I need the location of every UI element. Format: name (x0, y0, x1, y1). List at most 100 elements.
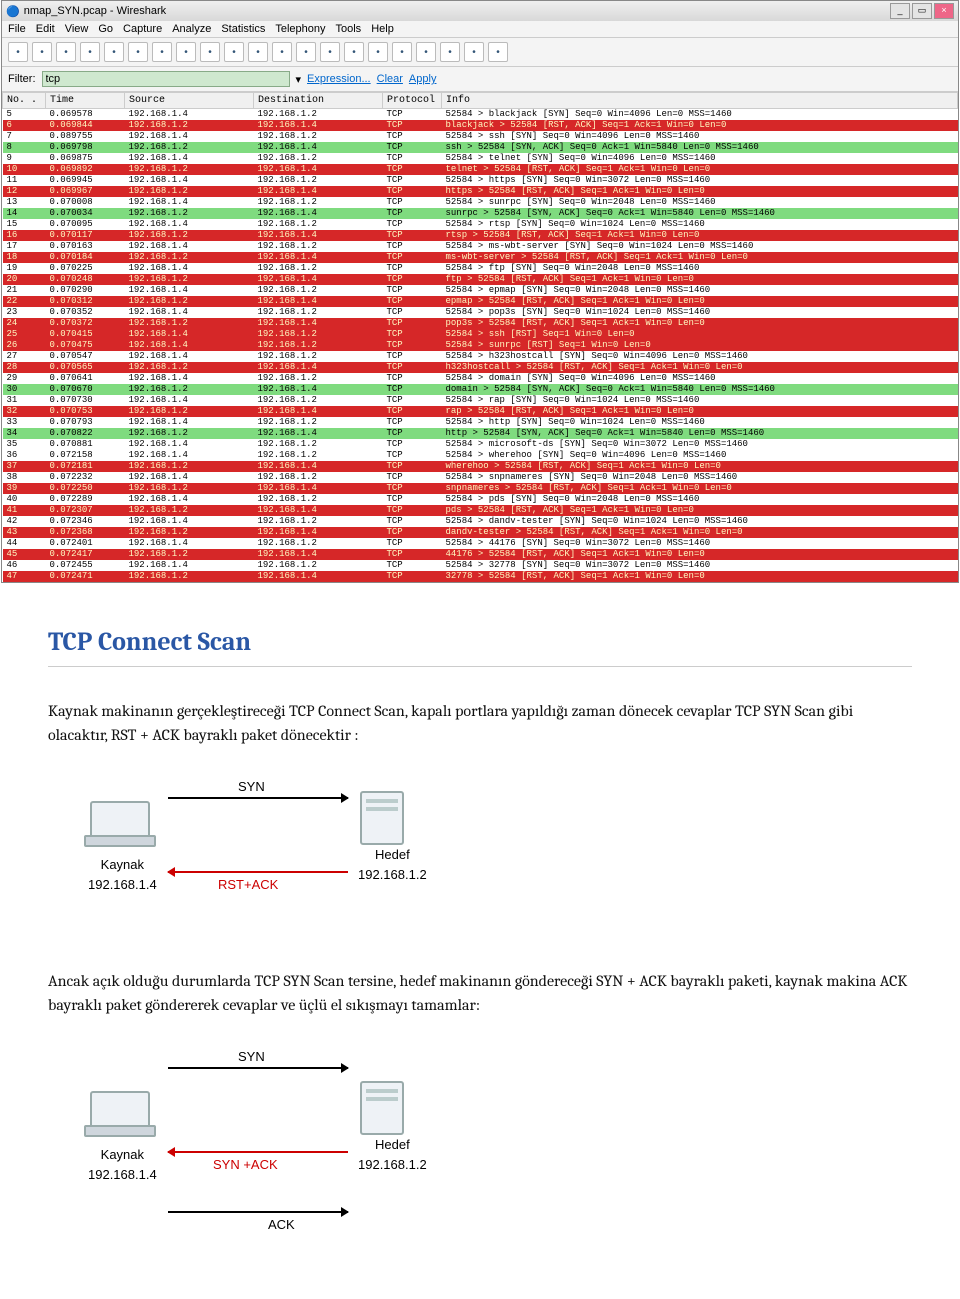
menu-tools[interactable]: Tools (336, 23, 362, 35)
packet-row[interactable]: 80.069798192.168.1.2192.168.1.4TCPssh > … (3, 142, 958, 153)
packet-row[interactable]: 230.070352192.168.1.4192.168.1.2TCP52584… (3, 307, 958, 318)
forward-icon[interactable]: • (200, 42, 220, 62)
packet-row[interactable]: 130.070008192.168.1.4192.168.1.2TCP52584… (3, 197, 958, 208)
filter-icon[interactable]: • (416, 42, 436, 62)
packet-row[interactable]: 110.069945192.168.1.4192.168.1.2TCP52584… (3, 175, 958, 186)
menu-edit[interactable]: Edit (36, 23, 55, 35)
packet-row[interactable]: 390.072250192.168.1.2192.168.1.4TCPsnpna… (3, 483, 958, 494)
wrap-icon[interactable]: • (272, 42, 292, 62)
packet-row[interactable]: 90.069875192.168.1.4192.168.1.2TCP52584 … (3, 153, 958, 164)
cell-time: 0.072250 (46, 483, 125, 494)
packet-row[interactable]: 300.070670192.168.1.2192.168.1.4TCPdomai… (3, 384, 958, 395)
print-icon[interactable]: • (128, 42, 148, 62)
packet-row[interactable]: 420.072346192.168.1.4192.168.1.2TCP52584… (3, 516, 958, 527)
menu-go[interactable]: Go (98, 23, 113, 35)
packet-row[interactable]: 210.070290192.168.1.4192.168.1.2TCP52584… (3, 285, 958, 296)
packet-row[interactable]: 180.070184192.168.1.2192.168.1.4TCPms-wb… (3, 252, 958, 263)
filter-input[interactable] (42, 71, 290, 87)
packet-row[interactable]: 320.070753192.168.1.2192.168.1.4TCPrap >… (3, 406, 958, 417)
packet-row[interactable]: 470.072471192.168.1.2192.168.1.4TCP32778… (3, 571, 958, 582)
packet-row[interactable]: 70.089755192.168.1.4192.168.1.2TCP52584 … (3, 131, 958, 142)
columns-icon[interactable]: • (392, 42, 412, 62)
packet-row[interactable]: 450.072417192.168.1.2192.168.1.4TCP44176… (3, 549, 958, 560)
cell-info: 52584 > sunrpc [SYN] Seq=0 Win=2048 Len=… (442, 197, 958, 208)
packet-row[interactable]: 310.070730192.168.1.4192.168.1.2TCP52584… (3, 395, 958, 406)
packet-row[interactable]: 360.072158192.168.1.4192.168.1.2TCP52584… (3, 450, 958, 461)
help-icon[interactable]: • (488, 42, 508, 62)
packet-row[interactable]: 150.070095192.168.1.4192.168.1.2TCP52584… (3, 219, 958, 230)
zoom-out-icon[interactable]: • (344, 42, 364, 62)
column-header[interactable]: Time (46, 93, 125, 109)
packet-list[interactable]: No. .TimeSourceDestinationProtocolInfo 5… (2, 92, 958, 582)
zoom-in-icon[interactable]: • (320, 42, 340, 62)
packet-row[interactable]: 220.070312192.168.1.2192.168.1.4TCPepmap… (3, 296, 958, 307)
column-header[interactable]: Protocol (383, 93, 442, 109)
arrow-synack (168, 1151, 348, 1153)
packet-row[interactable]: 160.070117192.168.1.2192.168.1.4TCPrtsp … (3, 230, 958, 241)
cell-time: 0.070547 (46, 351, 125, 362)
cell-no: 36 (3, 450, 46, 461)
zoom-fit-icon[interactable]: • (296, 42, 316, 62)
menu-file[interactable]: File (8, 23, 26, 35)
column-header[interactable]: Destination (254, 93, 383, 109)
packet-row[interactable]: 100.069892192.168.1.2192.168.1.4TCPtelne… (3, 164, 958, 175)
menu-view[interactable]: View (65, 23, 89, 35)
packet-row[interactable]: 170.070163192.168.1.4192.168.1.2TCP52584… (3, 241, 958, 252)
close-button[interactable]: × (934, 3, 954, 19)
packet-row[interactable]: 240.070372192.168.1.2192.168.1.4TCPpop3s… (3, 318, 958, 329)
packet-row[interactable]: 60.069844192.168.1.2192.168.1.4TCPblackj… (3, 120, 958, 131)
menu-help[interactable]: Help (371, 23, 394, 35)
packet-row[interactable]: 330.070793192.168.1.4192.168.1.2TCP52584… (3, 417, 958, 428)
packet-row[interactable]: 270.070547192.168.1.4192.168.1.2TCP52584… (3, 351, 958, 362)
packet-row[interactable]: 260.070475192.168.1.4192.168.1.2TCP52584… (3, 340, 958, 351)
packet-row[interactable]: 50.069578192.168.1.4192.168.1.2TCP52584 … (3, 109, 958, 121)
filter-dropdown-icon[interactable]: ▾ (296, 73, 302, 86)
packet-row[interactable]: 380.072232192.168.1.4192.168.1.2TCP52584… (3, 472, 958, 483)
find-icon[interactable]: • (152, 42, 172, 62)
stop-icon[interactable]: • (248, 42, 268, 62)
column-header[interactable]: Info (442, 93, 958, 109)
menu-telephony[interactable]: Telephony (275, 23, 325, 35)
cell-dst: 192.168.1.4 (254, 362, 383, 373)
cell-src: 192.168.1.4 (125, 241, 254, 252)
settings-icon[interactable]: • (464, 42, 484, 62)
expression-link[interactable]: Expression... (307, 73, 371, 85)
packet-row[interactable]: 290.070641192.168.1.4192.168.1.2TCP52584… (3, 373, 958, 384)
packet-row[interactable]: 350.070881192.168.1.4192.168.1.2TCP52584… (3, 439, 958, 450)
menu-statistics[interactable]: Statistics (221, 23, 265, 35)
zoom-reset-icon[interactable]: • (368, 42, 388, 62)
back-icon[interactable]: • (176, 42, 196, 62)
goto-icon[interactable]: • (224, 42, 244, 62)
packet-row[interactable]: 280.070565192.168.1.2192.168.1.4TCPh323h… (3, 362, 958, 373)
cell-no: 34 (3, 428, 46, 439)
column-header[interactable]: No. . (3, 93, 46, 109)
menu-capture[interactable]: Capture (123, 23, 162, 35)
cell-src: 192.168.1.4 (125, 307, 254, 318)
folder-icon[interactable]: • (32, 42, 52, 62)
packet-row[interactable]: 410.072307192.168.1.2192.168.1.4TCPpds >… (3, 505, 958, 516)
packet-row[interactable]: 340.070822192.168.1.2192.168.1.4TCPhttp … (3, 428, 958, 439)
minimize-button[interactable]: _ (890, 3, 910, 19)
menu-analyze[interactable]: Analyze (172, 23, 211, 35)
packet-row[interactable]: 250.070415192.168.1.4192.168.1.2TCP52584… (3, 329, 958, 340)
packet-row[interactable]: 460.072455192.168.1.4192.168.1.2TCP52584… (3, 560, 958, 571)
packet-row[interactable]: 140.070034192.168.1.2192.168.1.4TCPsunrp… (3, 208, 958, 219)
close-icon[interactable]: • (80, 42, 100, 62)
color-icon[interactable]: • (440, 42, 460, 62)
packet-row[interactable]: 370.072181192.168.1.2192.168.1.4TCPwhere… (3, 461, 958, 472)
cell-proto: TCP (383, 406, 442, 417)
packet-row[interactable]: 430.072368192.168.1.2192.168.1.4TCPdandv… (3, 527, 958, 538)
save-icon[interactable]: • (56, 42, 76, 62)
column-header[interactable]: Source (125, 93, 254, 109)
packet-row[interactable]: 200.070248192.168.1.2192.168.1.4TCPftp >… (3, 274, 958, 285)
packet-row[interactable]: 190.070225192.168.1.4192.168.1.2TCP52584… (3, 263, 958, 274)
maximize-button[interactable]: ▭ (912, 3, 932, 19)
clear-link[interactable]: Clear (377, 73, 403, 85)
apply-link[interactable]: Apply (409, 73, 437, 85)
packet-row[interactable]: 400.072289192.168.1.4192.168.1.2TCP52584… (3, 494, 958, 505)
packet-row[interactable]: 120.069967192.168.1.2192.168.1.4TCPhttps… (3, 186, 958, 197)
packet-row[interactable]: 440.072401192.168.1.4192.168.1.2TCP52584… (3, 538, 958, 549)
reload-icon[interactable]: • (104, 42, 124, 62)
list-icon[interactable]: • (8, 42, 28, 62)
cell-no: 31 (3, 395, 46, 406)
